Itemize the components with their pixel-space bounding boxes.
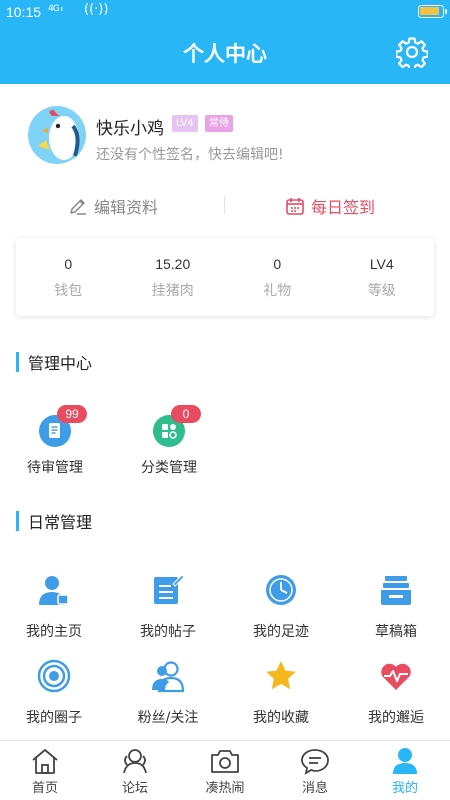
home-icon xyxy=(32,749,58,774)
category-manage-button[interactable]: 0 分类管理 xyxy=(119,405,219,477)
category-count-badge: 0 xyxy=(171,405,201,423)
nav-mine-label: 我的 xyxy=(391,781,418,796)
section-accent-bar xyxy=(16,511,19,531)
stat-pork[interactable]: 15.20 挂猪肉 xyxy=(121,238,226,316)
daily-checkin-label: 每日签到 xyxy=(311,198,376,217)
fans-follow-label: 粉丝/关注 xyxy=(137,710,199,726)
my-footprints-label: 我的足迹 xyxy=(253,624,309,640)
nav-home[interactable]: 首页 xyxy=(0,741,90,800)
stat-level[interactable]: LV4 等级 xyxy=(330,238,435,316)
heart-pulse-icon xyxy=(381,663,411,690)
signal-icon: 4G ᵢₗ xyxy=(48,4,63,14)
status-bar: 10:15 4G ᵢₗ ((·)) xyxy=(0,0,450,24)
app-root: 10:15 4G ᵢₗ ((·)) 个人中心 快乐小鸡 LV4 常侍 还没有个性… xyxy=(0,0,450,800)
user-icon xyxy=(393,748,417,774)
my-circles-label: 我的圈子 xyxy=(26,710,82,726)
stat-label: 等级 xyxy=(367,283,396,299)
edit-profile-label: 编辑资料 xyxy=(94,198,159,217)
fans-follow-button[interactable]: 粉丝/关注 xyxy=(112,659,224,727)
bottom-nav: 首页 论坛 凑热闹 消息 我的 xyxy=(0,740,450,800)
my-circles-button[interactable]: 我的圈子 xyxy=(0,659,110,727)
review-doc-icon: 99 xyxy=(39,405,87,447)
page-title: 个人中心 xyxy=(183,42,267,66)
daily-section-title: 日常管理 xyxy=(16,510,92,532)
username: 快乐小鸡 xyxy=(96,119,164,139)
forum-icon xyxy=(123,749,147,774)
actions-divider xyxy=(224,196,225,214)
star-icon xyxy=(266,661,296,690)
drafts-button[interactable]: 草稿箱 xyxy=(340,573,450,641)
section-accent-bar xyxy=(16,352,19,372)
stat-label: 钱包 xyxy=(54,283,83,299)
wifi-icon: ((·)) xyxy=(84,2,109,17)
post-edit-icon xyxy=(154,574,185,604)
message-icon xyxy=(301,749,329,775)
level-badge: LV4 xyxy=(172,115,198,132)
stat-value: 0 xyxy=(64,256,73,272)
status-time: 10:15 xyxy=(6,4,42,20)
section-title-text: 管理中心 xyxy=(28,354,93,373)
calendar-icon xyxy=(286,198,304,215)
target-circle-icon xyxy=(37,659,71,693)
my-favorites-button[interactable]: 我的收藏 xyxy=(225,659,337,727)
my-homepage-button[interactable]: 我的主页 xyxy=(0,573,110,641)
my-encounters-label: 我的邂逅 xyxy=(368,710,424,726)
category-grid-icon: 0 xyxy=(153,405,201,447)
my-posts-label: 我的帖子 xyxy=(140,624,196,640)
nav-messages[interactable]: 消息 xyxy=(270,741,360,800)
nav-trending[interactable]: 凑热闹 xyxy=(180,741,270,800)
pending-review-button[interactable]: 99 待审管理 xyxy=(5,405,105,477)
camera-icon xyxy=(211,750,239,773)
role-badge: 常侍 xyxy=(205,115,233,132)
header-bar: 10:15 4G ᵢₗ ((·)) 个人中心 xyxy=(0,0,450,84)
pencil-icon xyxy=(70,199,86,215)
user-card-icon xyxy=(39,576,69,605)
my-posts-button[interactable]: 我的帖子 xyxy=(112,573,224,641)
pending-review-label: 待审管理 xyxy=(27,460,83,476)
daily-checkin-button[interactable]: 每日签到 xyxy=(285,194,375,218)
stat-gifts[interactable]: 0 礼物 xyxy=(225,238,330,316)
battery-fill xyxy=(420,7,439,15)
nav-trending-label: 凑热闹 xyxy=(205,781,245,796)
nav-messages-label: 消息 xyxy=(301,781,328,796)
drafts-label: 草稿箱 xyxy=(375,624,417,640)
section-title-text: 日常管理 xyxy=(28,513,93,532)
users-icon xyxy=(152,661,185,693)
stats-card: 0 钱包 15.20 挂猪肉 0 礼物 LV4 等级 xyxy=(16,238,434,316)
profile-section: 快乐小鸡 LV4 常侍 还没有个性签名，快去编辑吧! xyxy=(0,84,450,184)
inbox-tray-icon xyxy=(381,576,411,605)
nav-home-label: 首页 xyxy=(31,781,58,796)
nav-mine[interactable]: 我的 xyxy=(360,741,450,800)
stat-wallet[interactable]: 0 钱包 xyxy=(16,238,121,316)
my-favorites-label: 我的收藏 xyxy=(253,710,309,726)
settings-gear-icon[interactable] xyxy=(396,36,428,68)
clock-icon xyxy=(266,575,296,605)
management-section-title: 管理中心 xyxy=(16,351,92,373)
profile-actions: 编辑资料 每日签到 xyxy=(0,188,450,224)
battery-icon xyxy=(418,5,447,18)
chick-avatar-icon xyxy=(38,110,80,160)
stat-value: LV4 xyxy=(369,256,394,272)
pending-count-badge: 99 xyxy=(57,405,87,423)
stat-value: 0 xyxy=(273,256,282,272)
stat-label: 礼物 xyxy=(263,283,292,299)
nav-forum-label: 论坛 xyxy=(121,781,148,796)
my-encounters-button[interactable]: 我的邂逅 xyxy=(340,659,450,727)
avatar[interactable] xyxy=(28,106,86,164)
signature-text[interactable]: 还没有个性签名，快去编辑吧! xyxy=(96,144,284,164)
edit-profile-button[interactable]: 编辑资料 xyxy=(68,194,158,218)
category-manage-label: 分类管理 xyxy=(141,460,197,476)
nav-forum[interactable]: 论坛 xyxy=(90,741,180,800)
my-homepage-label: 我的主页 xyxy=(26,624,82,640)
stat-value: 15.20 xyxy=(155,256,191,272)
stat-label: 挂猪肉 xyxy=(151,283,194,299)
my-footprints-button[interactable]: 我的足迹 xyxy=(225,573,337,641)
